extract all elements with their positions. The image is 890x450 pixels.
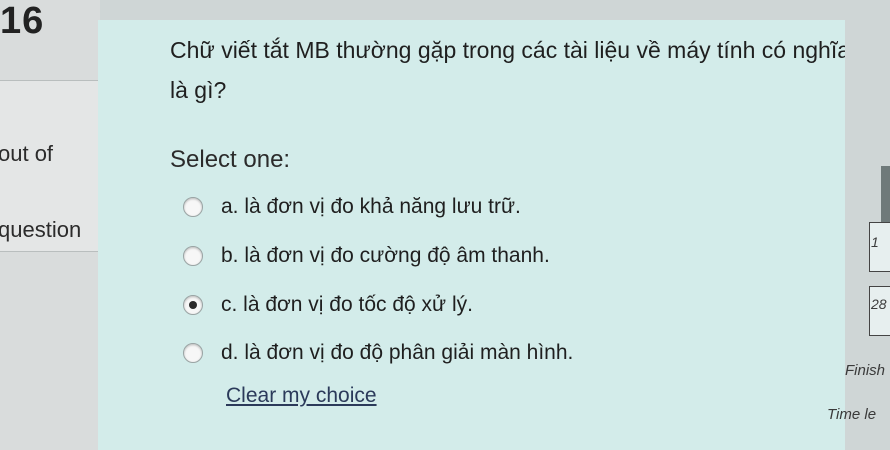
radio-b[interactable]: [183, 246, 203, 266]
time-left-label: Time le: [827, 406, 877, 423]
finish-attempt-link[interactable]: Finish: [845, 362, 885, 379]
quiz-navigation-panel: 1 28 Finish Time le: [827, 0, 890, 450]
question-number: 16: [0, 0, 45, 42]
clear-choice-link[interactable]: Clear my choice: [226, 384, 377, 408]
out-of-label: out of: [0, 141, 54, 166]
radio-a[interactable]: [183, 197, 203, 217]
select-one-label: Select one:: [170, 146, 291, 173]
nav-block: [881, 166, 890, 222]
question-nav-number: 1: [871, 234, 879, 250]
question-nav-number: 28: [871, 296, 887, 312]
question-content: Chữ viết tắt MB thường gặp trong các tài…: [98, 20, 850, 450]
option-c-label: c. là đơn vị đo tốc độ xử lý.: [221, 293, 473, 316]
option-b[interactable]: b. là đơn vị đo cường độ âm thanh.: [183, 236, 550, 276]
radio-d[interactable]: [183, 343, 203, 363]
option-a[interactable]: a. là đơn vị đo khả năng lưu trữ.: [183, 187, 521, 227]
radio-c[interactable]: [183, 295, 203, 315]
option-a-label: a. là đơn vị đo khả năng lưu trữ.: [221, 195, 521, 218]
question-text: Chữ viết tắt MB thường gặp trong các tài…: [170, 37, 851, 103]
option-b-label: b. là đơn vị đo cường độ âm thanh.: [221, 244, 550, 267]
question-info-panel: 16 out of question: [0, 0, 100, 450]
option-d-label: d. là đơn vị đo độ phân giải màn hình.: [221, 341, 574, 364]
option-c[interactable]: c. là đơn vị đo tốc độ xử lý.: [183, 285, 473, 325]
flag-question-label[interactable]: question: [0, 217, 81, 243]
option-d[interactable]: d. là đơn vị đo độ phân giải màn hình.: [183, 333, 573, 373]
